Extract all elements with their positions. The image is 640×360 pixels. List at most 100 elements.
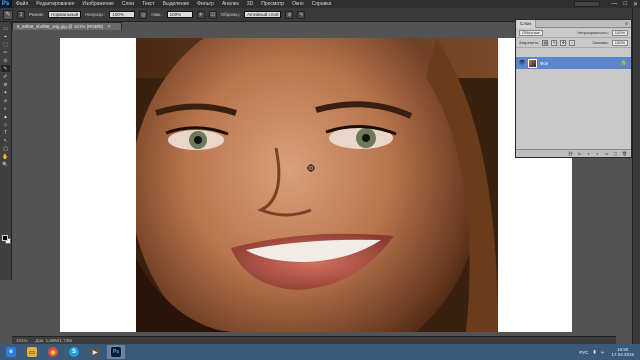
foreground-color-swatch[interactable] (2, 235, 8, 241)
zoom-tool-icon[interactable]: 🔍 (1, 161, 10, 168)
opacity-select[interactable]: 100% (109, 11, 136, 18)
lock-transparent-icon[interactable]: ▦ (542, 39, 549, 46)
fill-select[interactable]: 100% (611, 39, 628, 46)
eraser-tool-icon[interactable]: ⌀ (1, 97, 10, 104)
workspace-switcher[interactable] (574, 1, 600, 7)
pressure-size-icon[interactable]: ✎ (297, 10, 306, 19)
layer-opacity-select[interactable]: 100% (611, 29, 628, 36)
minimize-icon[interactable]: — (611, 1, 617, 7)
flow-select[interactable]: 100% (166, 11, 193, 18)
blend-mode-select[interactable]: Обычные (519, 29, 543, 36)
status-bar: 101% Док: 1,69М/1,73М (12, 336, 616, 344)
history-brush-tool-icon[interactable]: ✦ (1, 89, 10, 96)
taskbar-explorer[interactable]: ▭ (23, 345, 41, 359)
dodge-tool-icon[interactable]: ⬦ (1, 121, 10, 128)
language-indicator[interactable]: РУС (579, 350, 588, 355)
taskbar-skype[interactable]: S (65, 345, 83, 359)
fill-label: Заливка: (592, 40, 609, 45)
layer-row-background[interactable]: 👁 Фон 🔒 (516, 57, 631, 69)
menu-analysis[interactable]: Анализ (218, 1, 243, 7)
menu-window[interactable]: Окно (288, 1, 308, 7)
panel-menu-icon[interactable]: ≡ (625, 21, 628, 27)
folder-icon: ▭ (27, 347, 37, 357)
menu-3d[interactable]: 3D (243, 1, 257, 7)
gradient-tool-icon[interactable]: ◐ (1, 105, 10, 112)
right-dock (632, 8, 640, 344)
sample-label: Образец: (220, 12, 241, 17)
clock[interactable]: 16:50 17.04.2015 (611, 347, 634, 357)
menu-filter[interactable]: Фильтр (193, 1, 218, 7)
brush-tool-icon[interactable]: ✐ (1, 73, 10, 80)
link-layers-icon[interactable]: ⛓ (568, 151, 573, 156)
menu-select[interactable]: Выделение (159, 1, 194, 7)
lock-pixels-icon[interactable]: ✎ (551, 39, 558, 46)
clone-stamp-tool-icon[interactable]: ⊚ (1, 81, 10, 88)
clock-date: 17.04.2015 (611, 352, 634, 357)
system-tray: РУС ▮ 🔈 16:50 17.04.2015 (579, 344, 634, 360)
lasso-tool-icon[interactable]: ⬚ (1, 41, 10, 48)
document-title: 8_59fa9_nb4f98_orig.jpg @ 101% (RGB/8) (17, 24, 104, 29)
chrome-icon: ◉ (48, 347, 58, 357)
type-tool-icon[interactable]: T (1, 129, 10, 136)
menu-bar: Ps Файл Редактирование Изображение Слои … (0, 0, 640, 8)
layer-mask-icon[interactable]: ◑ (586, 151, 591, 156)
menu-file[interactable]: Файл (12, 1, 32, 7)
adjustment-layer-icon[interactable]: ◐ (595, 151, 600, 156)
tab-layers[interactable]: Слои (516, 19, 536, 28)
shape-tool-icon[interactable]: ▢ (1, 145, 10, 152)
path-selection-tool-icon[interactable]: ↖ (1, 137, 10, 144)
new-layer-icon[interactable]: ▢ (613, 151, 618, 156)
taskbar-photoshop[interactable]: Ps (107, 345, 125, 359)
document-tab[interactable]: 8_59fa9_nb4f98_orig.jpg @ 101% (RGB/8) ✕ (12, 22, 122, 30)
sample-select[interactable]: Активный слой (244, 11, 282, 18)
ignore-adjustment-icon[interactable]: ⊘ (285, 10, 294, 19)
flow-label: Наж.: (151, 12, 163, 17)
delete-layer-icon[interactable]: 🗑 (622, 151, 627, 156)
move-tool-icon[interactable]: ▭ (1, 25, 10, 32)
lock-all-icon[interactable]: ▪ (569, 39, 576, 46)
volume-icon[interactable]: 🔈 (601, 349, 607, 355)
tool-preset-picker[interactable]: ✎ (3, 9, 13, 20)
layer-name[interactable]: Фон (540, 61, 548, 66)
mode-select[interactable]: Нормальный (48, 11, 82, 18)
menu-help[interactable]: Справка (308, 1, 336, 7)
crop-tool-icon[interactable]: ✂ (1, 49, 10, 56)
marquee-tool-icon[interactable]: ⌖ (1, 33, 10, 40)
layers-lock-row: Закрепить: ▦ ✎ ✥ ▪ Заливка: 100% (516, 38, 631, 48)
aligned-checkbox[interactable]: ☑ (208, 10, 217, 19)
tools-panel: ▭ ⌖ ⬚ ✂ ⊙ ✎ ✐ ⊚ ✦ ⌀ ◐ ▲ ⬦ T ↖ ▢ ✋ 🔍 (0, 22, 12, 280)
taskbar-media[interactable]: ▶ (86, 345, 104, 359)
pressure-opacity-icon[interactable]: ◎ (139, 10, 148, 19)
ie-icon: e (6, 347, 16, 357)
close-icon[interactable]: ✕ (107, 24, 111, 30)
menu-layer[interactable]: Слои (118, 1, 138, 7)
layer-thumbnail (528, 58, 537, 68)
taskbar-ie[interactable]: e (2, 345, 20, 359)
layer-style-icon[interactable]: fx (577, 151, 582, 156)
photoshop-logo: Ps (0, 0, 12, 8)
windows-taskbar: e ▭ ◉ S ▶ Ps РУС ▮ 🔈 16:50 17.04.2015 (0, 344, 640, 360)
menu-type[interactable]: Текст (138, 1, 159, 7)
eyedropper-tool-icon[interactable]: ⊙ (1, 57, 10, 64)
window-controls: — □ ✕ (611, 0, 638, 8)
menu-image[interactable]: Изображение (78, 1, 118, 7)
menu-view[interactable]: Просмотр (257, 1, 288, 7)
visibility-eye-icon[interactable]: 👁 (519, 60, 525, 66)
healing-brush-tool-icon[interactable]: ✎ (1, 65, 10, 72)
airbrush-icon[interactable]: ✈ (196, 10, 205, 19)
layers-panel-footer: ⛓ fx ◑ ◐ ▭ ▢ 🗑 (516, 149, 631, 157)
portrait-photo[interactable] (136, 38, 498, 332)
new-group-icon[interactable]: ▭ (604, 151, 609, 156)
menu-edit[interactable]: Редактирование (32, 1, 78, 7)
blur-tool-icon[interactable]: ▲ (1, 113, 10, 120)
hand-tool-icon[interactable]: ✋ (1, 153, 10, 160)
taskbar-chrome[interactable]: ◉ (44, 345, 62, 359)
network-icon[interactable]: ▮ (593, 349, 595, 355)
brush-size-picker[interactable]: 3 (17, 10, 25, 19)
zoom-level[interactable]: 101% (16, 338, 28, 343)
layers-panel-header: Слои ≡ (516, 19, 631, 28)
close-icon[interactable]: ✕ (633, 1, 638, 8)
layers-panel: Слои ≡ Обычные Непрозрачность: 100% Закр… (515, 19, 632, 158)
maximize-icon[interactable]: □ (623, 1, 627, 7)
lock-position-icon[interactable]: ✥ (560, 39, 567, 46)
